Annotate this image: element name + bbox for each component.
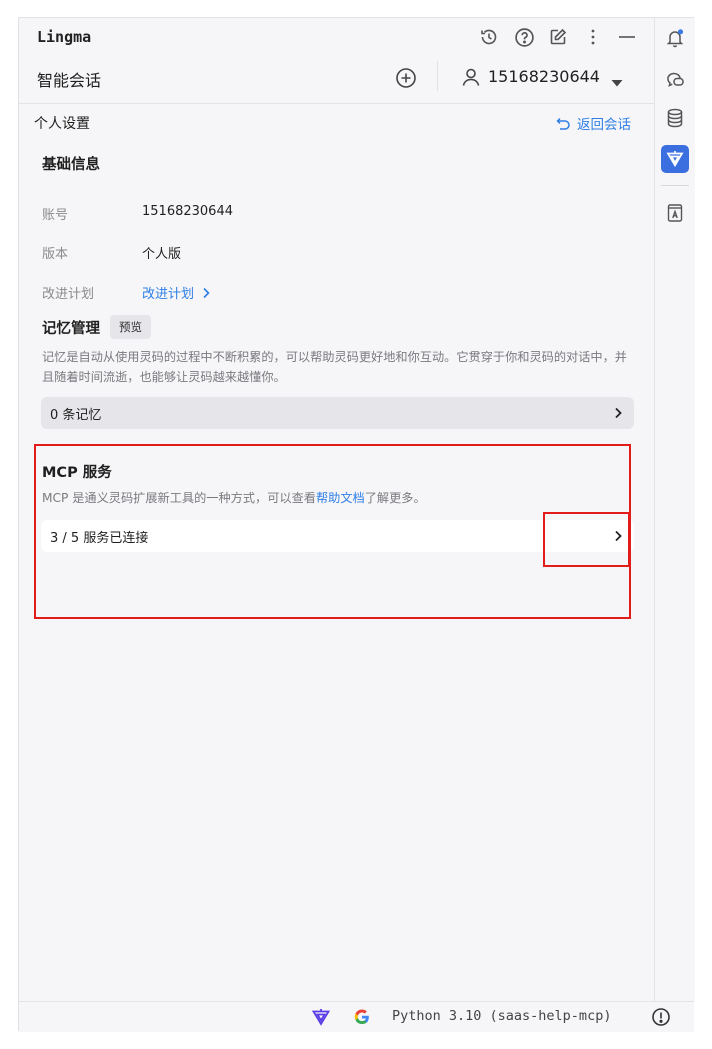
page-title: 个人设置	[34, 116, 90, 132]
status-bar: Python 3.10 (saas-help-mcp)	[19, 1001, 694, 1032]
translation-book-icon[interactable]	[664, 202, 686, 224]
edition-value: 个人版	[142, 247, 182, 262]
add-conversation-icon[interactable]	[395, 67, 417, 89]
google-icon[interactable]	[353, 1008, 371, 1026]
help-icon[interactable]	[513, 26, 535, 48]
chevron-right-icon	[615, 407, 622, 419]
account-label: 账号	[42, 208, 69, 223]
user-account-id[interactable]: 15168230644	[488, 67, 600, 86]
minimize-icon[interactable]	[616, 26, 638, 48]
user-dropdown-caret-icon[interactable]	[610, 73, 624, 87]
user-avatar-icon[interactable]	[460, 66, 482, 88]
account-value: 15168230644	[142, 204, 233, 219]
back-to-conversation-link[interactable]: 返回会话	[556, 113, 631, 133]
memory-count-label: 0 条记忆	[50, 407, 102, 423]
history-icon[interactable]	[478, 26, 500, 48]
memory-count-row[interactable]: 0 条记忆	[41, 397, 634, 429]
ai-chat-icon[interactable]	[664, 68, 686, 90]
mcp-chevron-highlight	[543, 512, 630, 567]
header-separator	[19, 103, 654, 104]
more-options-icon[interactable]	[582, 26, 604, 48]
improvement-plan-label: 改进计划	[42, 287, 95, 302]
memory-title: 记忆管理	[42, 321, 100, 337]
memory-description: 记忆是自动从使用灵码的过程中不断积累的，可以帮助灵码更好地和你互动。它贯穿于你和…	[42, 350, 627, 384]
preview-badge: 预览	[110, 315, 151, 339]
python-interpreter-status[interactable]: Python 3.10 (saas-help-mcp)	[392, 1008, 611, 1024]
basic-info-title: 基础信息	[42, 157, 100, 173]
tool-strip-divider	[661, 185, 689, 186]
undo-arrow-icon	[556, 117, 570, 130]
ide-window: Lingma 智能会话 15168230644 个人设置 返回会话 基础信息 账…	[18, 17, 695, 1032]
lingma-panel: Lingma 智能会话 15168230644 个人设置 返回会话 基础信息 账…	[19, 18, 654, 1001]
chevron-right-icon	[203, 287, 210, 298]
header-divider	[437, 61, 438, 91]
improvement-plan-link[interactable]: 改进计划	[142, 283, 210, 302]
right-tool-strip	[654, 18, 695, 1001]
edition-label: 版本	[42, 247, 69, 262]
conversation-title: 智能会话	[37, 71, 102, 90]
notifications-bell-icon[interactable]	[664, 27, 686, 49]
database-icon[interactable]	[664, 107, 686, 129]
lingma-status-icon[interactable]	[311, 1007, 331, 1027]
mcp-section-highlight	[34, 444, 631, 619]
new-chat-edit-icon[interactable]	[547, 26, 569, 48]
warning-icon[interactable]	[651, 1007, 671, 1027]
app-title: Lingma	[37, 28, 92, 46]
back-link-label: 返回会话	[577, 117, 631, 133]
lingma-plugin-icon[interactable]	[661, 145, 689, 173]
improvement-plan-link-label: 改进计划	[142, 287, 195, 302]
